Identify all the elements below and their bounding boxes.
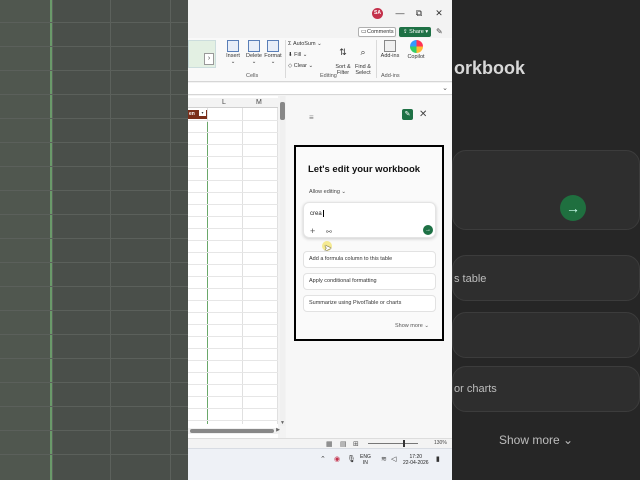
fill-button[interactable]: ⬇ Fill ⌄ <box>288 52 307 58</box>
security-icon[interactable]: ◉ <box>334 455 340 463</box>
comment-icon: ▭ <box>361 29 367 35</box>
share-icon: ⇪ <box>403 29 408 35</box>
notification-icon[interactable]: ▮ <box>436 455 440 463</box>
filter-dropdown-icon[interactable]: ▾ <box>199 110 206 116</box>
insert-cells-icon <box>227 40 239 52</box>
status-bar: ▦ ▤ ⊞ 130% <box>188 438 452 448</box>
background-right: orkbook → s table or charts Show more ⌄ <box>452 0 640 480</box>
ribbon-tab-row: ▭ Comments ⇪ Share ▾ ✎ <box>188 26 452 38</box>
background-line-1: s table <box>454 273 487 285</box>
suggestion-pivottable[interactable]: Summarize using PivotTable or charts <box>303 295 436 312</box>
copilot-icon <box>409 40 423 53</box>
scroll-right-icon[interactable]: ▶ <box>276 427 280 433</box>
language-indicator[interactable]: ENG IN <box>360 454 371 466</box>
background-line-2: or charts <box>454 383 497 395</box>
clock[interactable]: 17:20 22-04-2026 <box>403 454 429 466</box>
fill-down-icon: ⬇ <box>288 52 293 58</box>
column-headers: L M <box>188 98 278 108</box>
background-left <box>0 0 188 480</box>
background-suggestion-card <box>452 312 640 358</box>
editing-group-label: Editing <box>320 73 337 79</box>
gallery-expand-button[interactable]: › <box>204 53 214 65</box>
zoom-level[interactable]: 130% <box>434 440 447 446</box>
comments-button[interactable]: ▭ Comments <box>358 27 396 37</box>
page-break-icon[interactable]: ⊞ <box>353 440 359 448</box>
vertical-scrollbar[interactable]: ▼ <box>280 96 285 426</box>
background-show-more: Show more ⌄ <box>499 433 574 447</box>
sigma-icon: Σ <box>288 41 292 47</box>
delete-cells-icon <box>248 40 260 52</box>
normal-view-icon[interactable]: ▦ <box>326 440 333 448</box>
background-input-card <box>452 150 640 230</box>
chevron-up-icon[interactable]: ⌃ <box>320 455 326 463</box>
worksheet[interactable]: L M en ▾ <box>188 96 278 438</box>
zoom-slider-knob[interactable] <box>403 440 405 447</box>
column-header-l[interactable]: L <box>222 99 226 106</box>
excel-window: SA — ⧉ ✕ ▭ Comments ⇪ Share ▾ ✎ › Insert… <box>188 0 452 480</box>
send-icon[interactable]: → <box>423 225 433 235</box>
prompt-input[interactable]: crea <box>310 210 324 217</box>
wifi-icon[interactable]: ≋ <box>381 455 387 463</box>
account-avatar[interactable]: SA <box>372 8 383 19</box>
suggestion-conditional-formatting[interactable]: Apply conditional formatting <box>303 273 436 290</box>
pen-icon[interactable]: ✎ <box>436 27 443 36</box>
cell-grid[interactable]: en ▾ <box>188 108 278 424</box>
allow-editing-dropdown[interactable]: Allow editing ⌄ <box>309 189 346 195</box>
close-pane-icon[interactable]: ✕ <box>419 109 427 120</box>
scroll-thumb[interactable] <box>280 102 285 120</box>
addins-button[interactable]: Add-ins <box>379 40 401 59</box>
page-layout-icon[interactable]: ▤ <box>340 440 347 448</box>
taskbar: ⌃ ◉ 🎙 ENG IN ≋ ◁ 17:20 22-04-2026 ▮ <box>188 448 452 470</box>
menu-icon[interactable]: ≡ <box>309 113 314 122</box>
chevron-down-icon: ⌄ <box>424 323 429 329</box>
copilot-chat-card: Let's edit your workbook Allow editing ⌄… <box>294 145 444 341</box>
minimize-button[interactable]: — <box>393 7 407 19</box>
microphone-icon[interactable]: 🎙 <box>347 455 356 463</box>
column-header-m[interactable]: M <box>256 99 262 106</box>
screen: orkbook → s table or charts Show more ⌄ … <box>0 0 640 480</box>
new-chat-icon[interactable]: ✎ <box>402 109 413 120</box>
delete-button[interactable]: Delete ⌄ <box>244 40 264 65</box>
restore-button[interactable]: ⧉ <box>412 7 426 19</box>
background-title: orkbook <box>454 58 526 78</box>
clear-button[interactable]: ◇ Clear ⌄ <box>288 63 313 69</box>
format-cells-icon <box>267 40 279 52</box>
background-green-column <box>0 0 52 480</box>
prompt-input-card[interactable]: crea + ⚯ → <box>303 202 436 238</box>
formula-bar[interactable]: ⌄ <box>188 83 452 95</box>
plus-icon[interactable]: + <box>310 226 315 236</box>
suggestion-formula-column[interactable]: Add a formula column to this table <box>303 251 436 268</box>
show-more-button[interactable]: Show more ⌄ <box>395 323 429 329</box>
grid-apps-icon <box>384 40 396 52</box>
background-send-icon: → <box>560 195 586 221</box>
volume-icon[interactable]: ◁ <box>391 455 396 463</box>
copilot-headline: Let's edit your workbook <box>308 164 421 175</box>
magnifier-icon: ⌕ <box>360 47 366 57</box>
scroll-down-icon[interactable]: ▼ <box>280 420 285 426</box>
title-bar: SA — ⧉ ✕ <box>188 0 452 26</box>
chevron-down-icon: ⌄ <box>341 189 347 195</box>
cells-group-label: Cells <box>246 73 259 79</box>
sort-az-icon: ⇅ <box>339 47 347 57</box>
copilot-pane: ≡ ✎ ✕ Let's edit your workbook Allow edi… <box>286 96 452 438</box>
eraser-icon: ◇ <box>288 63 293 69</box>
attach-link-icon[interactable]: ⚯ <box>326 228 332 236</box>
scroll-thumb[interactable] <box>190 429 274 433</box>
close-window-button[interactable]: ✕ <box>432 7 446 19</box>
horizontal-scrollbar[interactable]: ▶ <box>188 427 280 434</box>
share-button[interactable]: ⇪ Share ▾ <box>399 27 431 37</box>
ribbon: › Insert ⌄ Delete ⌄ Format ⌄ Cells Σ Aut… <box>188 38 452 82</box>
addins-group-label: Add-ins <box>381 73 400 79</box>
zoom-slider[interactable] <box>368 443 418 444</box>
autosum-button[interactable]: Σ AutoSum ⌄ <box>288 41 322 47</box>
find-select-button[interactable]: ⌕ Find & Select <box>352 40 374 82</box>
copilot-button[interactable]: Copilot <box>404 40 428 60</box>
chevron-down-icon[interactable]: ⌄ <box>442 84 448 92</box>
insert-button[interactable]: Insert ⌄ <box>224 40 242 65</box>
format-button[interactable]: Format ⌄ <box>263 40 283 65</box>
